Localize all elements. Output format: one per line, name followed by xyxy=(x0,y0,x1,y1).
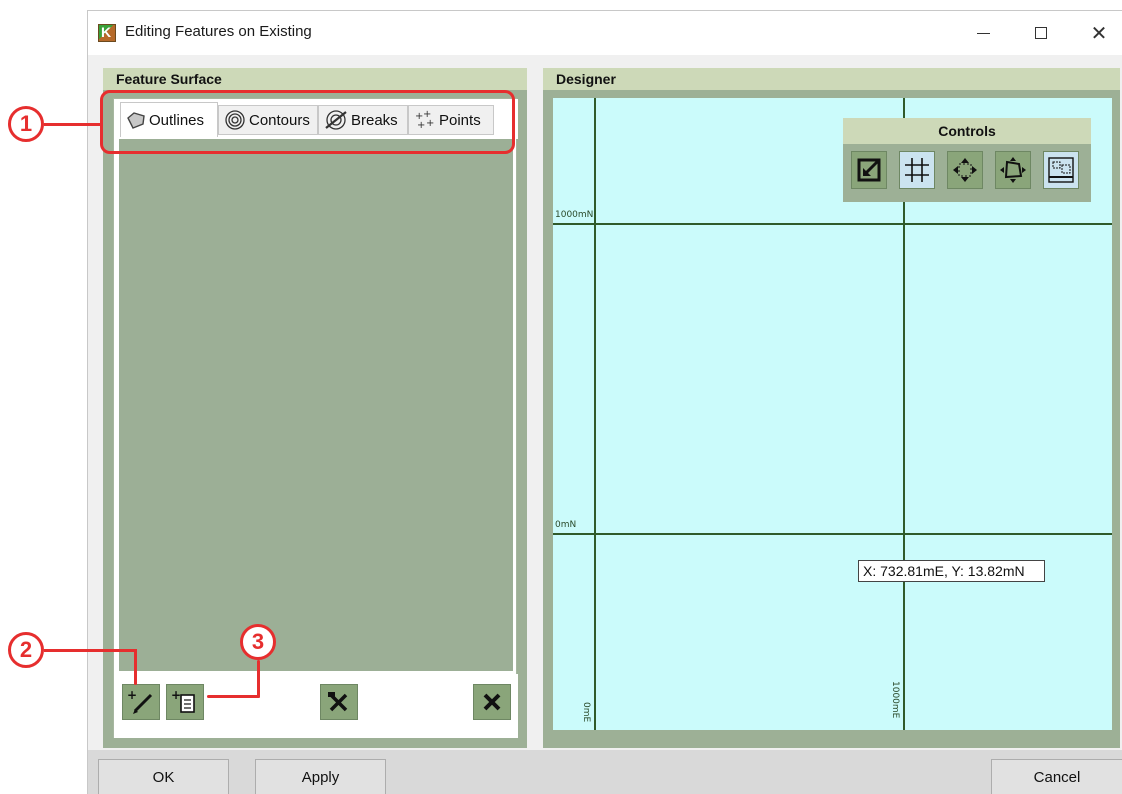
outlines-list[interactable] xyxy=(119,139,513,671)
delete-button[interactable] xyxy=(473,684,511,720)
rotate-icon xyxy=(1000,157,1026,183)
pan-button[interactable] xyxy=(947,151,983,189)
delete-icon xyxy=(483,693,501,711)
designer-panel: Designer 1000mN 0mN 0mE 1000mE Controls xyxy=(543,68,1120,748)
annotation-3-badge: 3 xyxy=(240,624,276,660)
tools-button[interactable] xyxy=(320,684,358,720)
grid-icon xyxy=(905,158,929,182)
annotation-2-leader-h xyxy=(44,649,137,652)
add-from-file-button[interactable]: + xyxy=(166,684,204,720)
grid-label-0mE: 0mE xyxy=(581,702,591,723)
grid-label-1000mE: 1000mE xyxy=(890,681,900,719)
grid-label-1000mN: 1000mN xyxy=(555,210,594,220)
designer-canvas[interactable]: 1000mN 0mN 0mE 1000mE Controls X: 732.81… xyxy=(553,98,1112,730)
grid-line-east-0 xyxy=(594,98,596,730)
tools-icon xyxy=(328,692,348,712)
zoom-extents-icon xyxy=(857,158,881,182)
controls-title: Controls xyxy=(843,118,1091,144)
feature-toolbar: + + xyxy=(114,674,518,738)
designer-title: Designer xyxy=(543,68,1120,90)
cancel-button[interactable]: Cancel xyxy=(991,759,1122,794)
annotation-2-badge: 2 xyxy=(8,632,44,668)
rotate-button[interactable] xyxy=(995,151,1031,189)
grid-line-north-0 xyxy=(553,533,1112,535)
zoom-extents-button[interactable] xyxy=(851,151,887,189)
screenshot-stage: Editing Features on Existing ✕ Feature S… xyxy=(0,0,1122,794)
annotation-1-badge: 1 xyxy=(8,106,44,142)
dialog-footer: OK Apply Cancel xyxy=(88,750,1122,794)
minimize-button[interactable] xyxy=(960,11,1006,55)
close-icon: ✕ xyxy=(1090,21,1108,45)
svg-text:+: + xyxy=(127,688,137,702)
layout-button[interactable] xyxy=(1043,151,1079,189)
add-pencil-icon: + xyxy=(127,688,153,714)
feature-surface-panel: Feature Surface Outlines Contours Breaks xyxy=(103,68,527,748)
grid-line-north-1000 xyxy=(553,223,1112,225)
app-k-icon xyxy=(98,24,116,42)
grid-label-0mN: 0mN xyxy=(555,520,577,530)
annotation-3-leader-v xyxy=(257,660,260,698)
annotation-3-leader-h xyxy=(207,695,260,698)
window-title: Editing Features on Existing xyxy=(125,23,312,40)
close-button[interactable]: ✕ xyxy=(1076,11,1122,55)
maximize-button[interactable] xyxy=(1018,11,1064,55)
minimize-icon xyxy=(976,32,990,34)
controls-panel: Controls xyxy=(843,118,1091,202)
apply-button[interactable]: Apply xyxy=(255,759,386,794)
feature-surface-content: Outlines Contours Breaks ++++ Points xyxy=(113,98,518,738)
title-bar[interactable]: Editing Features on Existing ✕ xyxy=(88,11,1122,55)
svg-text:+: + xyxy=(171,688,181,702)
annotation-1-highlight-box xyxy=(100,90,515,154)
layout-icon xyxy=(1048,157,1074,183)
grid-toggle-button[interactable] xyxy=(899,151,935,189)
annotation-2-leader-v xyxy=(134,649,137,685)
cursor-coordinate-readout: X: 732.81mE, Y: 13.82mN xyxy=(858,560,1045,582)
pan-icon xyxy=(953,158,977,182)
annotation-1-leader xyxy=(44,123,102,126)
ok-button[interactable]: OK xyxy=(98,759,229,794)
add-draw-button[interactable]: + xyxy=(122,684,160,720)
add-document-icon: + xyxy=(171,688,195,713)
feature-surface-title: Feature Surface xyxy=(103,68,527,90)
maximize-icon xyxy=(1035,27,1047,39)
